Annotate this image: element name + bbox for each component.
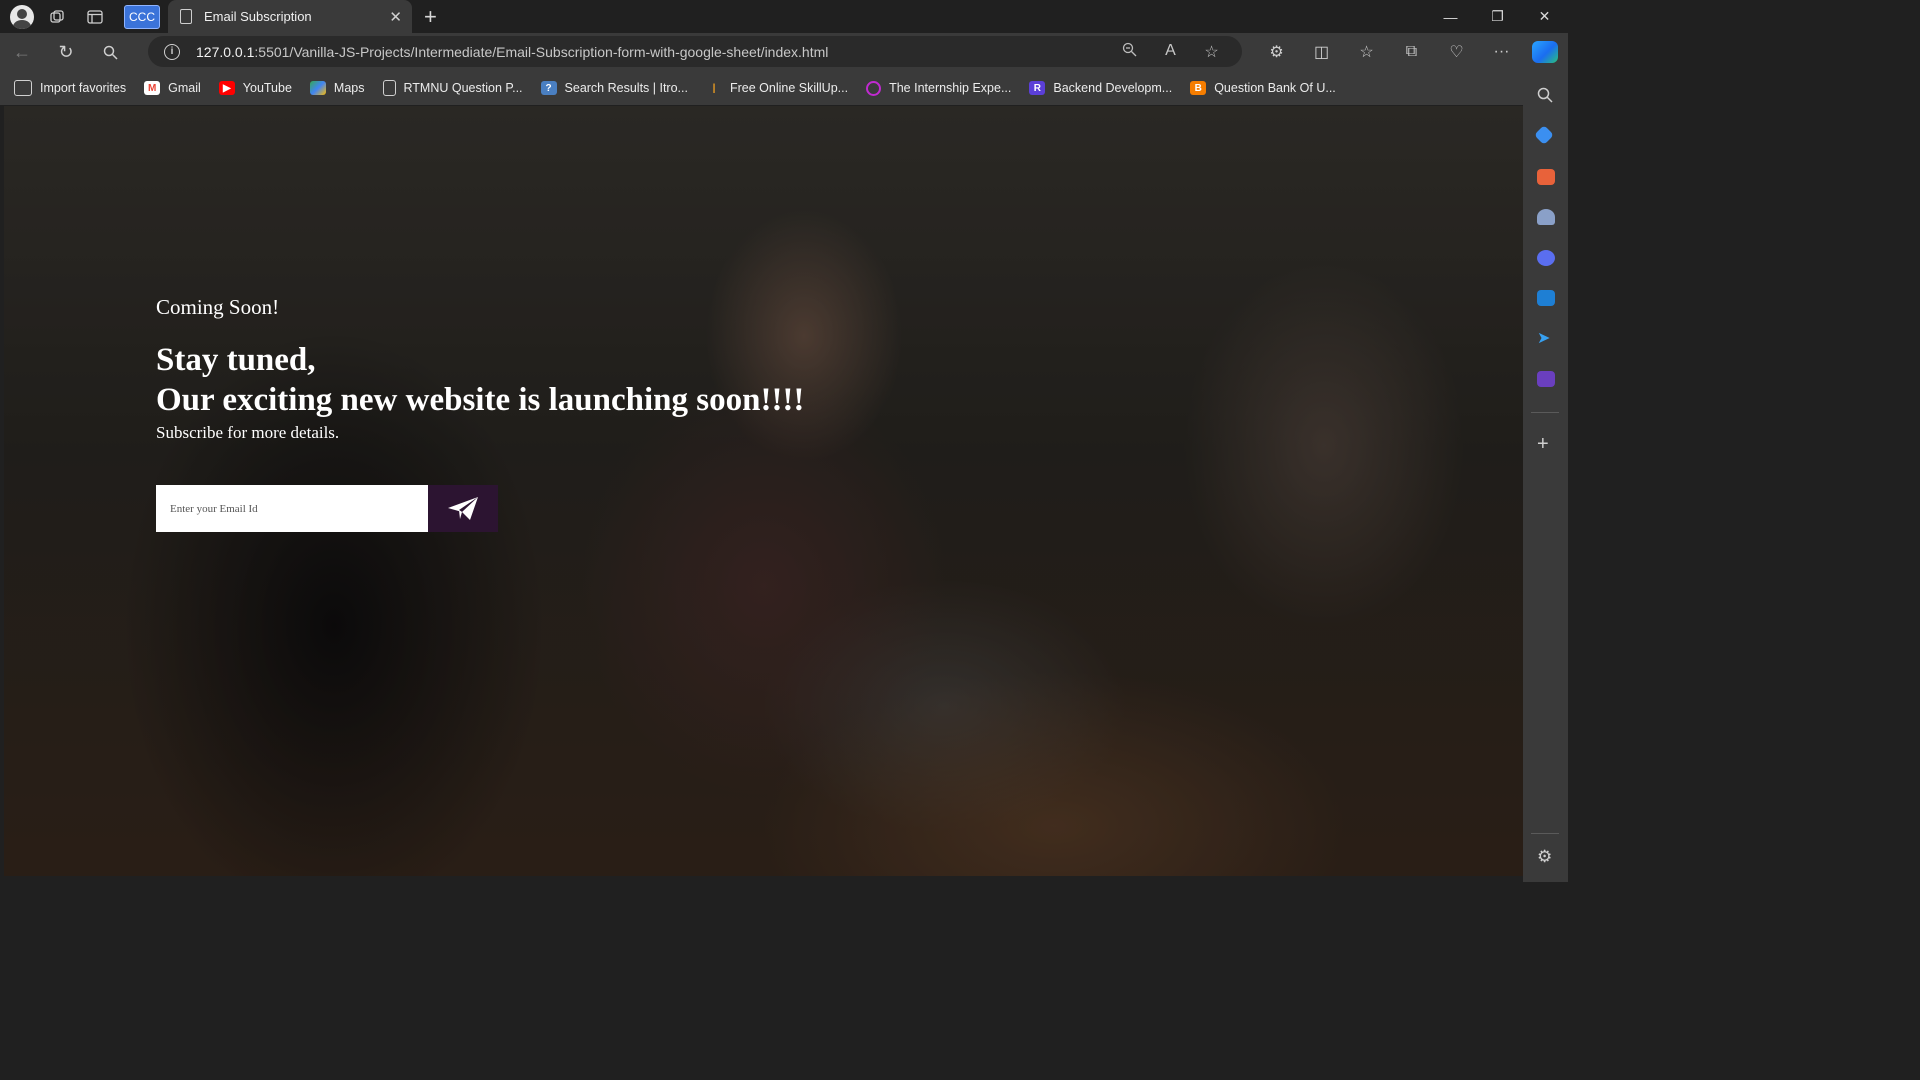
- restore-icon[interactable]: ❐: [1474, 0, 1521, 33]
- gmail-icon: M: [144, 81, 161, 95]
- more-options-icon[interactable]: ···: [1479, 43, 1524, 61]
- extensions-icon[interactable]: ⚙: [1254, 42, 1299, 62]
- backend-icon: R: [1029, 81, 1046, 95]
- zoom-icon[interactable]: [1109, 42, 1150, 62]
- bing-b-icon[interactable]: [1537, 371, 1555, 387]
- favorite-label: Search Results | Itro...: [564, 81, 688, 95]
- skillup-icon: |: [712, 82, 716, 94]
- outlook-icon[interactable]: [1537, 290, 1555, 306]
- games-icon[interactable]: [1537, 209, 1555, 225]
- favorite-youtube[interactable]: ▶ YouTube: [218, 81, 292, 95]
- add-sidebar-app-icon[interactable]: +: [1537, 434, 1555, 454]
- back-icon[interactable]: ←: [0, 34, 44, 70]
- copilot-icon[interactable]: [1532, 41, 1558, 63]
- youtube-icon: ▶: [218, 81, 235, 95]
- submit-button[interactable]: [428, 485, 498, 532]
- favorite-label: Question Bank Of U...: [1214, 81, 1336, 95]
- page-headline: Stay tuned, Our exciting new website is …: [156, 340, 804, 420]
- page-icon: [382, 80, 396, 96]
- browser-essentials-icon[interactable]: ♡: [1434, 42, 1479, 62]
- url-path: :5501/Vanilla-JS-Projects/Intermediate/E…: [254, 43, 829, 60]
- read-aloud-icon[interactable]: A: [1150, 42, 1191, 62]
- page-viewport: Coming Soon! Stay tuned, Our exciting ne…: [4, 106, 1523, 876]
- headline-line-2: Our exciting new website is launching so…: [156, 382, 805, 418]
- email-input[interactable]: [156, 485, 428, 532]
- coming-soon-text: Coming Soon!: [156, 295, 280, 319]
- favorite-question-bank[interactable]: B Question Bank Of U...: [1190, 81, 1336, 95]
- send-icon[interactable]: ➤: [1537, 331, 1555, 347]
- sidebar-divider-bottom: [1531, 833, 1559, 834]
- minimize-icon[interactable]: —: [1427, 0, 1474, 33]
- browser-titlebar: CCC Email Subscription ✕ + — ❐ ✕: [0, 0, 1568, 33]
- favorite-label: YouTube: [242, 81, 292, 95]
- close-tab-icon[interactable]: ✕: [389, 8, 402, 26]
- favorite-rtmnu[interactable]: RTMNU Question P...: [382, 80, 523, 96]
- site-info-icon[interactable]: i: [164, 43, 180, 60]
- refresh-icon[interactable]: ↻: [44, 34, 88, 70]
- blogger-icon: B: [1190, 81, 1207, 95]
- sidebar-search-icon[interactable]: [1537, 87, 1553, 103]
- headline-line-1: Stay tuned,: [156, 342, 316, 378]
- address-bar[interactable]: i 127.0.0.1:5501/Vanilla-JS-Projects/Int…: [148, 36, 1242, 67]
- workspaces-icon[interactable]: [42, 4, 72, 30]
- tab-actions-icon[interactable]: [80, 4, 110, 30]
- shopping-tag-icon[interactable]: [1534, 125, 1554, 145]
- favorite-label: Import favorites: [40, 81, 127, 95]
- subscription-form: [156, 485, 498, 532]
- profile-avatar[interactable]: [10, 4, 34, 29]
- new-tab-icon[interactable]: +: [424, 4, 437, 30]
- favorite-import[interactable]: Import favorites: [14, 80, 126, 96]
- favorite-internship[interactable]: The Internship Expe...: [866, 80, 1012, 96]
- tab-title: Email Subscription: [204, 9, 312, 24]
- favorite-backend[interactable]: R Backend Developm...: [1029, 81, 1172, 95]
- favorite-label: RTMNU Question P...: [403, 81, 523, 95]
- favorite-maps[interactable]: Maps: [309, 81, 365, 95]
- sidebar-divider: [1531, 412, 1559, 413]
- favorite-label: Gmail: [168, 81, 201, 95]
- page-icon: [180, 9, 192, 24]
- copilot-sidebar-icon[interactable]: [1537, 250, 1555, 266]
- favorites-icon[interactable]: ☆: [1344, 42, 1389, 62]
- navigation-bar: ← ↻ i 127.0.0.1:5501/Vanilla-JS-Projects…: [0, 33, 1568, 71]
- favorite-star-icon[interactable]: ☆: [1191, 42, 1232, 62]
- subscribe-subtitle: Subscribe for more details.: [156, 423, 340, 442]
- maps-icon: [309, 81, 326, 95]
- import-icon: [14, 80, 32, 96]
- tab-email-subscription[interactable]: Email Subscription ✕: [168, 0, 412, 33]
- bottom-edge: [0, 876, 1523, 882]
- search-icon[interactable]: [88, 34, 132, 70]
- favorite-label: The Internship Expe...: [889, 81, 1012, 95]
- favorite-search-results[interactable]: ? Search Results | Itro...: [540, 81, 688, 95]
- favorites-bar: Import favorites M Gmail ▶ YouTube Maps …: [0, 71, 1523, 105]
- close-window-icon[interactable]: ✕: [1521, 0, 1568, 33]
- favorite-label: Maps: [333, 81, 365, 95]
- collections-icon[interactable]: ⧉: [1389, 43, 1434, 61]
- sidebar-settings-icon[interactable]: ⚙: [1537, 848, 1555, 865]
- internship-icon: [866, 80, 882, 96]
- search-results-icon: ?: [540, 81, 557, 95]
- paper-plane-icon: [448, 496, 478, 520]
- tools-icon[interactable]: [1537, 169, 1555, 185]
- split-screen-icon[interactable]: ◫: [1299, 42, 1344, 62]
- url-host: 127.0.0.1: [196, 43, 255, 60]
- favorite-label: Free Online SkillUp...: [729, 81, 849, 95]
- ccc-badge[interactable]: CCC: [124, 4, 160, 29]
- favorite-skillup[interactable]: | Free Online SkillUp...: [706, 81, 849, 95]
- edge-sidebar: ➤ + ⚙: [1523, 71, 1568, 882]
- favorite-label: Backend Developm...: [1053, 81, 1173, 95]
- url-text[interactable]: 127.0.0.1:5501/Vanilla-JS-Projects/Inter…: [196, 44, 1109, 60]
- window-controls: — ❐ ✕: [1427, 0, 1568, 33]
- favorite-gmail[interactable]: M Gmail: [144, 81, 201, 95]
